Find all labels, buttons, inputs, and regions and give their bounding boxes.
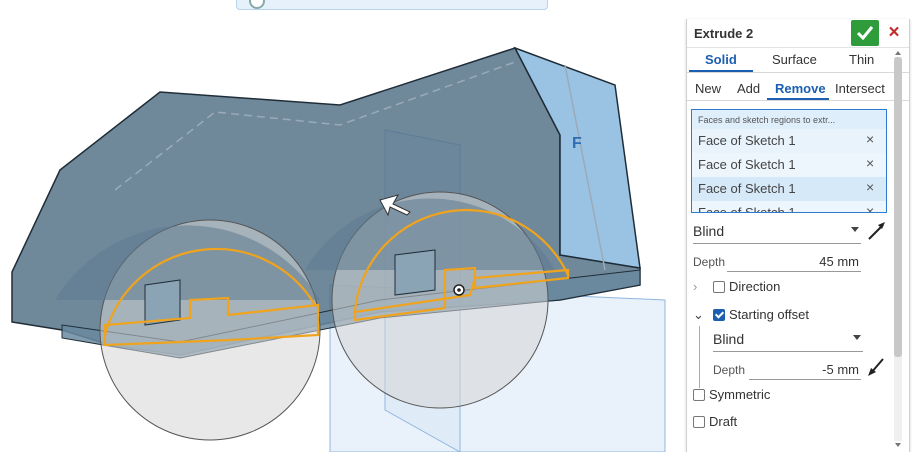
slot-right [394, 249, 436, 296]
symmetric-checkbox[interactable] [693, 389, 705, 401]
origin-dot [457, 288, 461, 292]
starting-offset-checkbox[interactable] [713, 309, 725, 321]
flip-direction-icon[interactable] [865, 219, 889, 243]
active-tab-indicator [689, 70, 753, 72]
face-item[interactable]: Face of Sketch 1 × [692, 153, 886, 177]
dialog-header: Extrude 2 × [687, 19, 909, 48]
scroll-down-icon[interactable] [895, 443, 901, 447]
chevron-right-icon[interactable]: › [693, 279, 697, 294]
tab-thin[interactable]: Thin [849, 52, 874, 67]
direction-checkbox[interactable] [713, 281, 725, 293]
draft-row[interactable]: Draft [691, 412, 891, 432]
remove-icon[interactable]: × [866, 203, 874, 212]
offset-type-select[interactable]: Blind [713, 327, 863, 352]
dialog-scrollbar[interactable] [892, 51, 904, 447]
offset-depth-label: Depth [713, 363, 746, 377]
faces-selection-list[interactable]: Faces and sketch regions to extr... Face… [691, 109, 887, 213]
offset-depth-value: -5 mm [822, 362, 859, 377]
chevron-down-icon[interactable]: ⌄ [693, 307, 704, 323]
depth-label: Depth [693, 255, 726, 269]
face-item[interactable]: Face of Sketch 1 × [692, 129, 886, 153]
remove-icon[interactable]: × [866, 155, 874, 171]
accept-button[interactable] [851, 20, 879, 46]
remove-icon[interactable]: × [866, 179, 874, 195]
flip-direction-icon[interactable] [865, 355, 889, 379]
draft-label: Draft [709, 414, 738, 429]
depth-input[interactable]: 45 mm [727, 251, 861, 272]
chevron-down-icon [853, 335, 861, 340]
tab-solid[interactable]: Solid [705, 52, 737, 67]
plane-label-icon: F [572, 135, 582, 152]
offset-depth-field[interactable]: Depth -5 mm [713, 359, 863, 381]
direction-row[interactable]: › Direction [691, 277, 891, 297]
end-type-value: Blind [693, 223, 725, 239]
close-icon[interactable]: × [885, 23, 903, 43]
starting-offset-row[interactable]: ⌄ Starting offset [691, 305, 891, 325]
scroll-thumb[interactable] [894, 57, 902, 357]
checkmark-icon [856, 26, 874, 41]
depth-field[interactable]: Depth 45 mm [693, 251, 863, 273]
type-tabs: Solid Surface Thin [687, 48, 909, 73]
end-type-select[interactable]: Blind [693, 219, 861, 244]
offset-depth-input[interactable]: -5 mm [749, 359, 861, 380]
face-item-label: Face of Sketch 1 [698, 157, 796, 172]
chevron-down-icon [851, 227, 859, 232]
face-item-label: Face of Sketch 1 [698, 133, 796, 148]
op-remove[interactable]: Remove [775, 81, 826, 96]
face-item[interactable]: Face of Sketch 1 × [692, 201, 886, 213]
dialog-title: Extrude 2 [694, 26, 754, 41]
face-item[interactable]: Face of Sketch 1 × [692, 177, 886, 201]
divider [687, 100, 909, 101]
depth-value: 45 mm [819, 254, 859, 269]
scroll-up-icon[interactable] [895, 51, 901, 55]
faces-list-title: Faces and sketch regions to extr... [698, 115, 836, 125]
remove-icon[interactable]: × [866, 131, 874, 147]
face-item-label: Face of Sketch 1 [698, 205, 796, 213]
op-new[interactable]: New [695, 81, 721, 96]
offset-type-value: Blind [713, 331, 745, 347]
op-intersect[interactable]: Intersect [835, 81, 885, 96]
tab-surface[interactable]: Surface [772, 52, 817, 67]
group-indent-line [699, 326, 700, 388]
op-add[interactable]: Add [737, 81, 760, 96]
symmetric-row[interactable]: Symmetric [691, 385, 891, 405]
draft-checkbox[interactable] [693, 416, 705, 428]
symmetric-label: Symmetric [709, 387, 771, 402]
starting-offset-label: Starting offset [729, 307, 809, 322]
feature-dialog[interactable]: Extrude 2 × Solid Surface Thin New Add R… [686, 19, 910, 452]
face-item-label: Face of Sketch 1 [698, 181, 796, 196]
operation-tabs: New Add Remove Intersect [687, 77, 909, 101]
direction-label: Direction [729, 279, 781, 294]
